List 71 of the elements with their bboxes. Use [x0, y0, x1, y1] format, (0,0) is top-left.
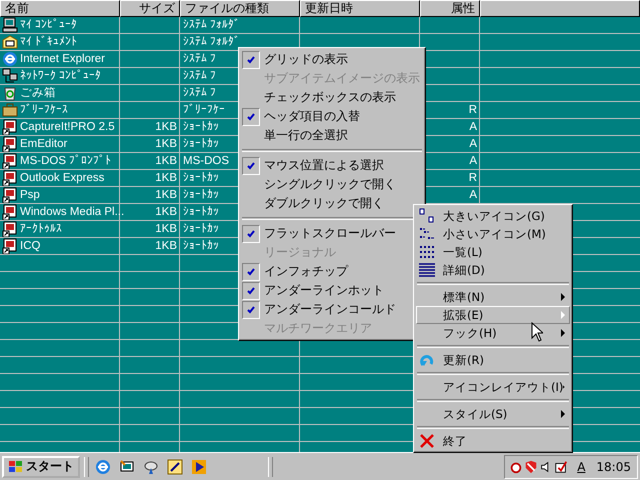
menu-item[interactable]: フラットスクロールバー — [264, 225, 396, 242]
file-size: 1KB — [155, 205, 177, 219]
file-type: ｼｮｰﾄｶｯ — [183, 222, 219, 236]
menu-item[interactable]: マウス位置による選択 — [264, 157, 384, 174]
menu-item[interactable]: アンダーラインホット — [264, 282, 384, 299]
menu-item[interactable]: 終了 — [416, 432, 570, 450]
menu-item[interactable]: 拡張(E) — [416, 306, 570, 324]
file-name[interactable]: ﾌﾞﾘｰﾌｹｰｽ — [20, 103, 68, 117]
menu-item[interactable]: チェックボックスの表示 — [264, 89, 396, 106]
file-size: 1KB — [155, 154, 177, 168]
file-size: 1KB — [155, 239, 177, 253]
input-mode-indicator[interactable]: A — [577, 460, 586, 474]
file-name[interactable]: CaptureIt!PRO 2.5 — [20, 120, 115, 134]
menu-item[interactable]: ダブルクリックで開く — [264, 195, 384, 212]
file-name[interactable]: ﾈｯﾄﾜｰｸ ｺﾝﾋﾟｭｰﾀ — [20, 69, 102, 83]
column-header[interactable]: 更新日時 — [300, 0, 420, 17]
file-type: ｼｽﾃﾑ ﾌ — [183, 52, 216, 66]
file-type: ｼｽﾃﾑ ﾌ — [183, 86, 216, 100]
menu-item[interactable]: アンダーラインコールド — [264, 301, 396, 318]
file-size: 1KB — [155, 188, 177, 202]
file-name[interactable]: ICQ — [20, 239, 40, 253]
column-header[interactable]: 属性 — [420, 0, 480, 17]
file-type: ｼｽﾃﾑ ﾌ — [183, 69, 216, 83]
file-type: ｼｮｰﾄｶｯ — [183, 120, 219, 134]
file-type: ｼｽﾃﾑ ﾌｫﾙﾀﾞ — [183, 18, 240, 32]
file-name[interactable]: Outlook Express — [20, 171, 104, 185]
menu-item[interactable]: ヘッダ項目の入替 — [264, 108, 360, 125]
menu-item[interactable]: 単一行の全選択 — [264, 127, 348, 144]
file-attribute: A — [469, 154, 477, 168]
file-name[interactable]: MS-DOS ﾌﾟﾛﾝﾌﾟﾄ — [20, 154, 112, 168]
file-type: MS-DOS — [183, 154, 229, 168]
column-header[interactable]: サイズ — [120, 0, 180, 17]
file-type: ｼｮｰﾄｶｯ — [183, 205, 219, 219]
file-attribute: A — [469, 188, 477, 202]
clock: 18:05 — [596, 460, 631, 474]
file-type: ｼｮｰﾄｶｯ — [183, 239, 219, 253]
file-type: ﾌﾞﾘｰﾌｹｰ — [183, 103, 225, 117]
file-type: ｼｮｰﾄｶｯ — [183, 171, 219, 185]
menu-item[interactable]: 更新(R) — [416, 351, 570, 369]
column-header[interactable]: ファイルの種類 — [180, 0, 300, 17]
file-size: 1KB — [155, 222, 177, 236]
menu-item[interactable]: 大きいアイコン(G) — [416, 207, 570, 225]
menu-item[interactable]: フック(H) — [416, 324, 570, 342]
file-attribute: A — [469, 137, 477, 151]
file-name[interactable]: ﾏｲ ｺﾝﾋﾟｭｰﾀ — [20, 18, 78, 32]
menu-item[interactable]: 標準(N) — [416, 288, 570, 306]
file-name[interactable]: ﾏｲ ﾄﾞｷｭﾒﾝﾄ — [20, 35, 78, 49]
file-size: 1KB — [155, 137, 177, 151]
menu-item[interactable]: 小さいアイコン(M) — [416, 225, 570, 243]
menu-item[interactable]: シングルクリックで開く — [264, 176, 396, 193]
file-attribute: R — [468, 171, 477, 185]
menu-item[interactable]: 詳細(D) — [416, 261, 570, 279]
menu-item[interactable]: 一覧(L) — [416, 243, 570, 261]
start-button[interactable]: スタート — [2, 456, 80, 478]
file-type: ｼｽﾃﾑ ﾌｫﾙﾀﾞ — [183, 35, 240, 49]
menu-item[interactable]: インフォチップ — [264, 263, 348, 280]
file-type: ｼｮｰﾄｶｯ — [183, 188, 219, 202]
file-attribute: A — [469, 120, 477, 134]
file-size: 1KB — [155, 171, 177, 185]
file-type: ｼｮｰﾄｶｯ — [183, 137, 219, 151]
menu-item[interactable]: アイコンレイアウト(I) — [416, 378, 570, 396]
file-name[interactable]: Psp — [20, 188, 40, 202]
file-name[interactable]: Internet Explorer — [20, 52, 106, 66]
menu-item[interactable]: グリッドの表示 — [264, 51, 348, 68]
file-size: 1KB — [155, 120, 177, 134]
file-name[interactable]: ｱｰｸﾄｩﾙｽ — [20, 222, 62, 236]
column-header[interactable]: 名前 — [0, 0, 120, 17]
file-attribute: R — [468, 103, 477, 117]
menu-item[interactable]: スタイル(S) — [416, 405, 570, 423]
file-name[interactable]: ごみ箱 — [20, 86, 56, 100]
file-name[interactable]: EmEditor — [20, 137, 68, 151]
